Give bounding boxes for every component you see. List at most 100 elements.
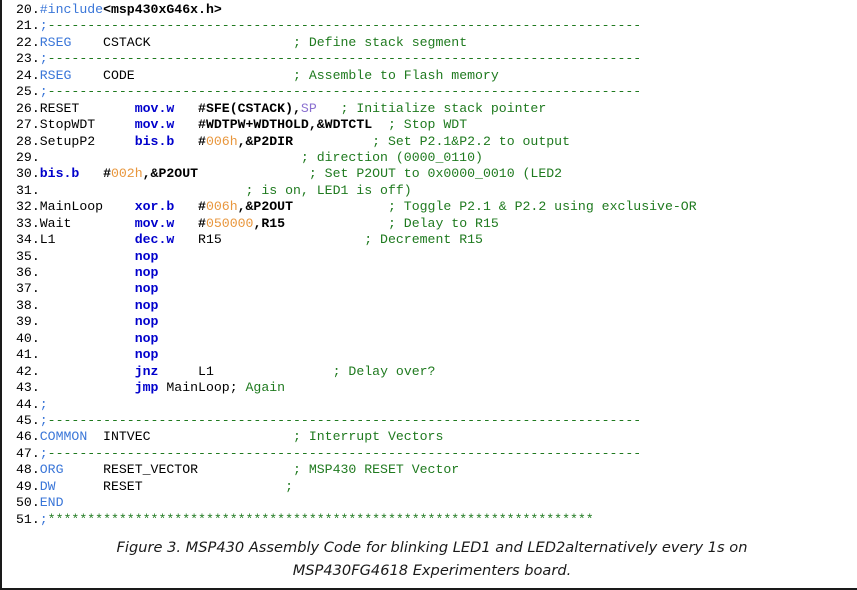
- code-token: RSEG: [39, 34, 72, 50]
- code-token: ;: [39, 396, 48, 412]
- code-line: 42. jnz L1 ; Delay over?: [2, 364, 857, 380]
- code-token: ,R15: [253, 215, 286, 231]
- code-token: ;: [39, 445, 48, 461]
- code-token: jnz: [134, 363, 159, 379]
- code-token: ORG: [39, 462, 64, 478]
- code-token: DW: [39, 478, 56, 494]
- figure-container: 20.#include<msp430xG46x.h> 21.;----------…: [0, 0, 857, 590]
- code-line: 38. nop: [2, 298, 857, 314]
- code-line: 30.bis.b #002h,&P2OUT ; Set P2OUT to 0x0…: [2, 166, 857, 182]
- code-token: ;: [39, 18, 48, 34]
- code-token: RESET: [39, 100, 135, 116]
- code-line-number: 48.: [16, 462, 40, 478]
- code-token: ; Set P2OUT to 0x0000_0010 (LED2: [308, 166, 563, 182]
- code-token: nop: [134, 330, 159, 346]
- code-token: ;: [285, 478, 293, 494]
- code-line-number: 21.: [16, 18, 40, 34]
- code-line: 35. nop: [2, 249, 857, 265]
- code-token: ; Assemble to Flash memory: [293, 67, 499, 83]
- code-line: 48.ORG RESET_VECTOR ; MSP430 RESET Vecto…: [2, 462, 857, 478]
- code-token: #: [174, 215, 206, 231]
- code-token: jmp: [134, 380, 159, 396]
- code-token: Wait: [39, 215, 135, 231]
- code-token: StopWDT: [39, 117, 135, 133]
- code-line-number: 32.: [16, 199, 40, 215]
- code-token: nop: [134, 314, 159, 330]
- code-token: dec.w: [134, 232, 175, 248]
- code-token: ; direction (0000_0110): [300, 149, 483, 165]
- code-line: 33.Wait mov.w #050000,R15 ; Delay to R15: [2, 216, 857, 232]
- code-line-number: 45.: [16, 412, 40, 428]
- code-token: ; MSP430 RESET Vector: [293, 462, 460, 478]
- code-token: SetupP2: [39, 133, 135, 149]
- code-token: ; Decrement R15: [364, 232, 483, 248]
- code-token: bis.b: [39, 166, 80, 182]
- code-line: 28.SetupP2 bis.b #006h,&P2DIR ; Set P2.1…: [2, 134, 857, 150]
- code-token: nop: [134, 347, 159, 363]
- code-token: xor.b: [134, 199, 175, 215]
- code-token: mov.w: [134, 117, 175, 133]
- code-token: #SFE(CSTACK),: [174, 100, 301, 116]
- code-token: 050000: [205, 215, 254, 231]
- code-token: CODE: [71, 67, 293, 83]
- code-token: CSTACK: [71, 34, 293, 50]
- code-token: ; Set P2.1&P2.2 to output: [372, 133, 571, 149]
- code-line: 43. jmp MainLoop; Again: [2, 380, 857, 396]
- code-line: 29. ; direction (0000_0110): [2, 150, 857, 166]
- code-token: ;: [39, 84, 48, 100]
- code-token: L1: [158, 363, 214, 379]
- code-token: ----------------------------------------…: [47, 412, 642, 428]
- code-line-number: 40.: [16, 330, 40, 346]
- code-line-number: 41.: [16, 347, 40, 363]
- code-line-number: 27.: [16, 117, 40, 133]
- code-token: ----------------------------------------…: [47, 445, 642, 461]
- code-token: ,&P2DIR: [237, 133, 294, 149]
- code-token: ****************************************…: [47, 511, 594, 527]
- code-token: 006h: [205, 133, 238, 149]
- code-line-number: 34.: [16, 232, 40, 248]
- code-token: ----------------------------------------…: [47, 84, 642, 100]
- code-line-number: 49.: [16, 478, 40, 494]
- code-token: ; is on, LED1 is off): [245, 182, 412, 198]
- code-line-number: 24.: [16, 67, 40, 83]
- code-token: ; Delay to R15: [387, 215, 499, 231]
- code-line-number: 31.: [16, 182, 40, 198]
- code-token: ; Toggle P2.1 & P2.2 using exclusive-OR: [387, 199, 697, 215]
- code-token: #: [79, 166, 111, 182]
- code-line-number: 50.: [16, 495, 40, 511]
- code-token: #WDTPW+WDTHOLD,&WDTCTL: [174, 117, 373, 133]
- code-line: 45.;------------------------------------…: [2, 413, 857, 429]
- code-line: 39. nop: [2, 314, 857, 330]
- code-line: 26.RESET mov.w #SFE(CSTACK),SP ; Initial…: [2, 101, 857, 117]
- code-token: mov.w: [134, 100, 175, 116]
- code-listing: 20.#include<msp430xG46x.h> 21.;----------…: [2, 2, 857, 528]
- code-token: ; Delay over?: [332, 363, 436, 379]
- code-line-number: 28.: [16, 133, 40, 149]
- code-line: 22.RSEG CSTACK ; Define stack segment: [2, 35, 857, 51]
- code-token: RESET_VECTOR: [63, 462, 293, 478]
- code-token: MainLoop: [39, 199, 135, 215]
- code-line-number: 43.: [16, 380, 40, 396]
- code-line-number: 25.: [16, 84, 40, 100]
- code-token: ,&P2OUT: [237, 199, 294, 215]
- code-line-number: 39.: [16, 314, 40, 330]
- code-line: 37. nop: [2, 281, 857, 297]
- code-line: 23.;------------------------------------…: [2, 51, 857, 67]
- code-token: ,&P2OUT: [142, 166, 199, 182]
- code-token: ;: [39, 51, 48, 67]
- code-line: 25.;------------------------------------…: [2, 84, 857, 100]
- code-token: Again: [237, 380, 286, 396]
- code-line-number: 46.: [16, 429, 40, 445]
- code-line-number: 37.: [16, 281, 40, 297]
